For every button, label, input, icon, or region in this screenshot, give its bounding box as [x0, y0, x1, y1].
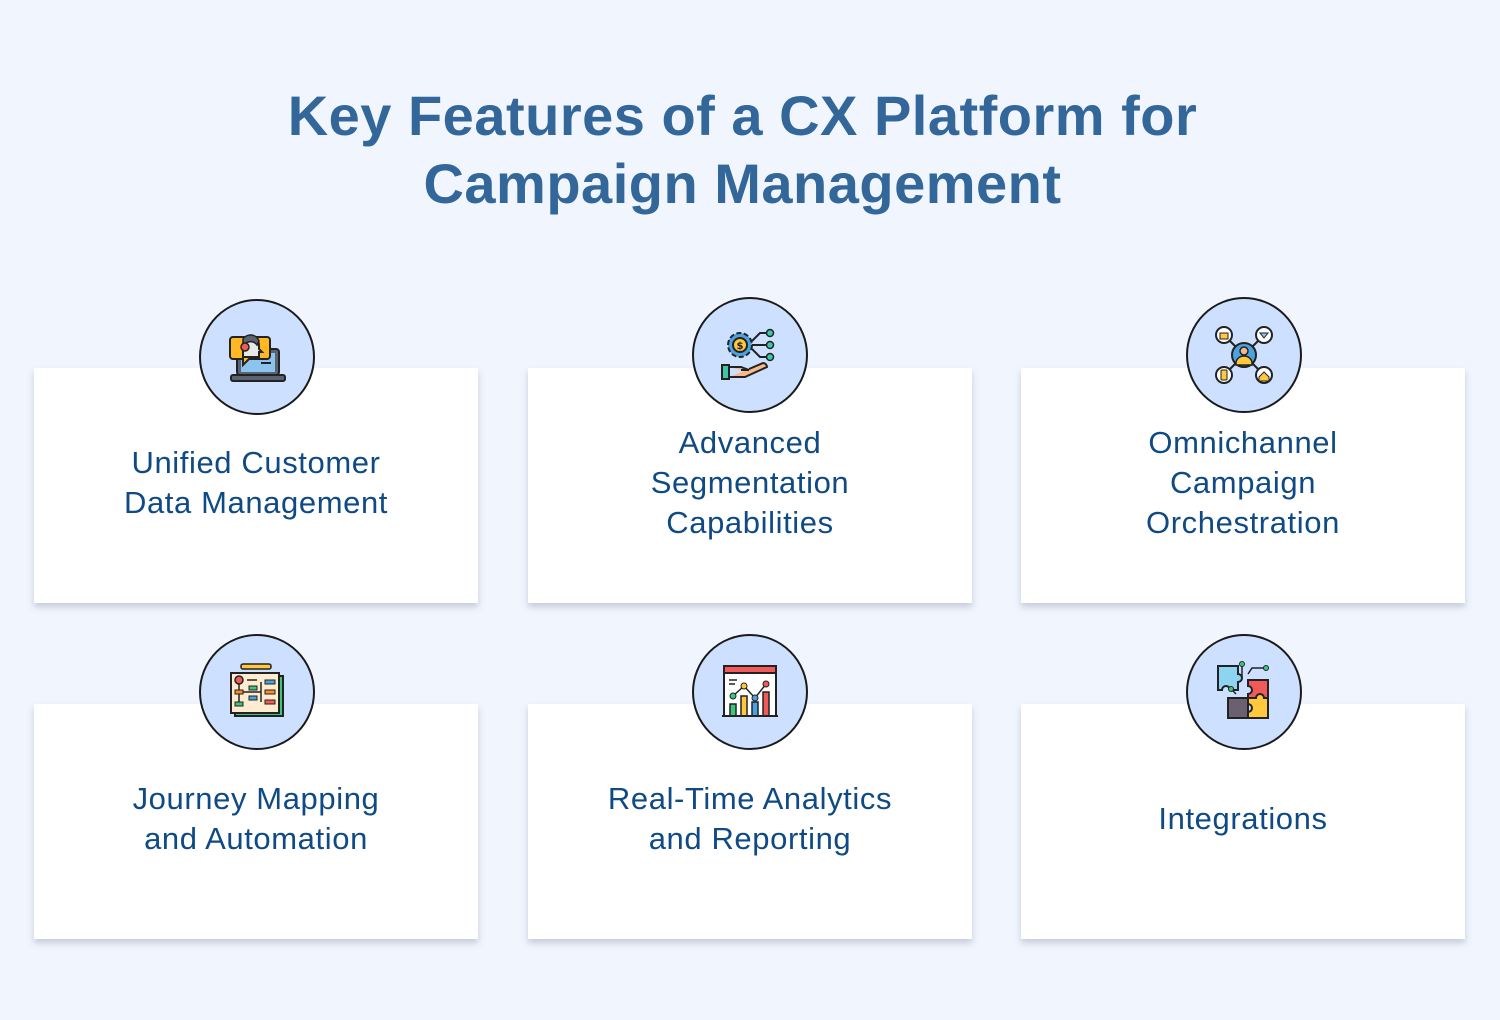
svg-text:$: $	[737, 341, 744, 352]
icon-badge	[692, 634, 808, 750]
hand-gear-dollar-icon: $	[721, 328, 775, 380]
puzzle-pieces-icon	[1217, 661, 1269, 719]
flowchart-board-icon	[230, 663, 284, 717]
customer-support-laptop-icon	[229, 334, 286, 382]
customer-network-icon	[1215, 326, 1273, 384]
icon-badge	[199, 299, 315, 415]
page-title-line-1: Key Features of a CX Platform for	[287, 84, 1198, 147]
analytics-dashboard-icon	[722, 665, 778, 717]
icon-badge	[199, 634, 315, 750]
icon-badge	[1186, 297, 1302, 413]
icon-badge	[1186, 634, 1302, 750]
page-title-line-2: Campaign Management	[423, 152, 1062, 215]
page-title: Key Features of a CX Platform for Campai…	[0, 82, 1485, 218]
icon-badge: $	[692, 297, 808, 413]
